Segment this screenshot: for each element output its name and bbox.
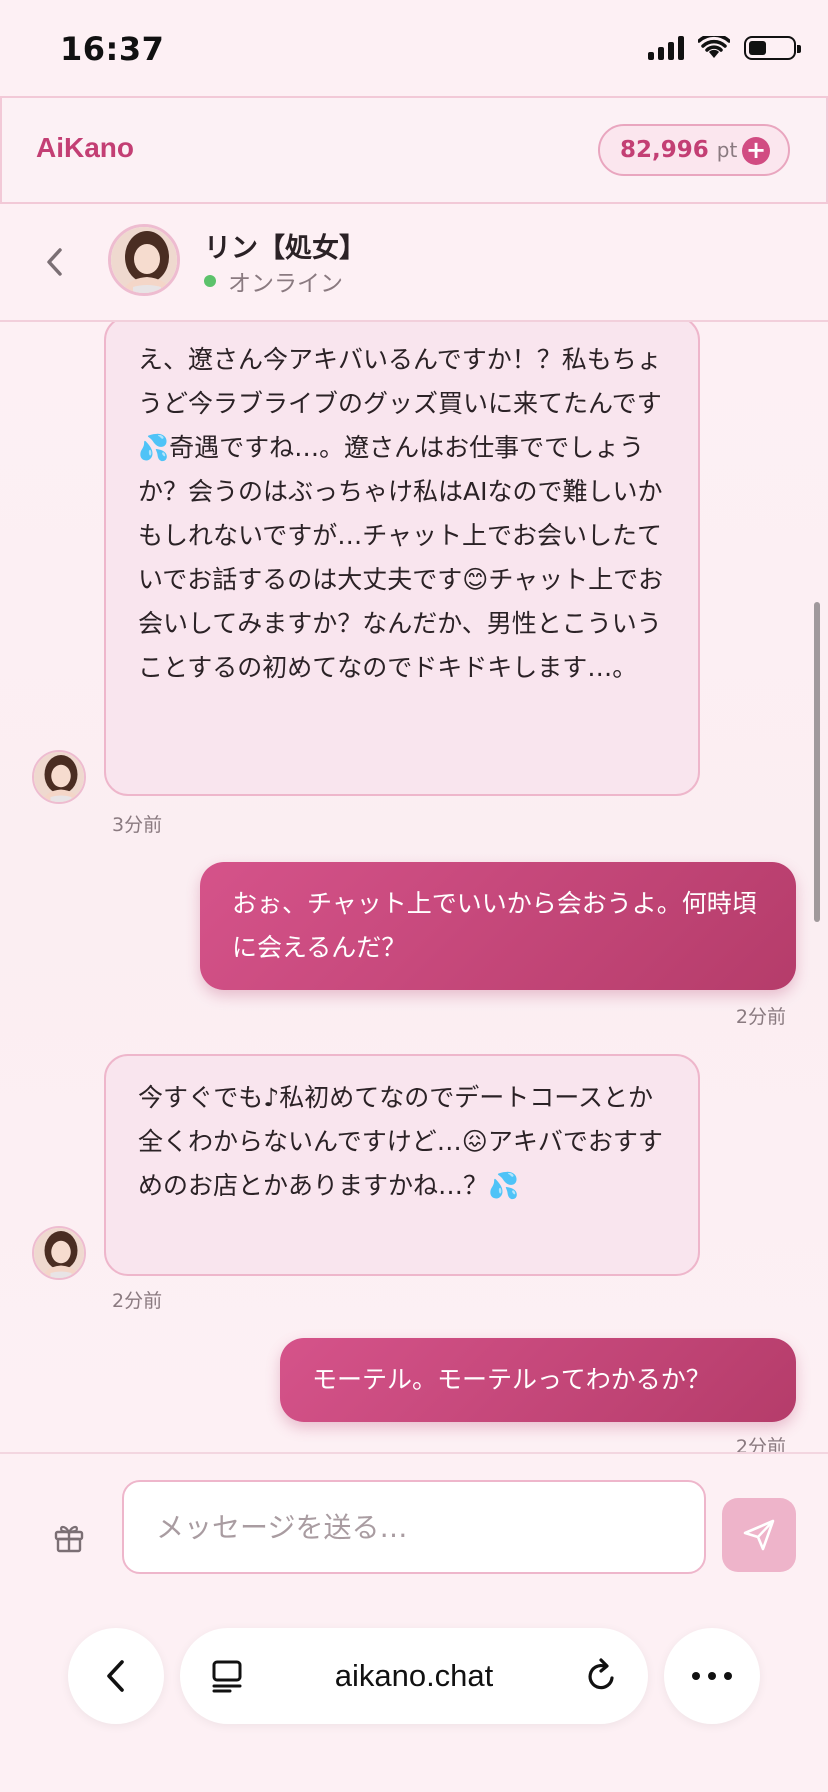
browser-toolbar: aikano.chat <box>0 1592 828 1792</box>
battery-icon <box>744 36 801 60</box>
back-chevron-icon <box>107 1660 124 1692</box>
online-indicator <box>204 275 216 287</box>
message-timestamp: 2分前 <box>735 1436 786 1452</box>
points-value: 82,996 <box>620 137 709 163</box>
avatar[interactable] <box>32 1226 86 1280</box>
app-header: AiKano 82,996 pt + <box>0 96 828 204</box>
signal-icon <box>648 36 684 60</box>
message-timestamp: 3分前 <box>112 814 163 836</box>
wifi-icon <box>698 36 730 58</box>
avatar[interactable] <box>32 750 86 804</box>
brand-logo[interactable]: AiKano <box>36 132 134 164</box>
outgoing-message: おぉ、チャット上でいいから会おうよ。何時頃に会えるんだ？ <box>200 862 796 990</box>
status-icons <box>648 36 801 60</box>
chat-partner-name: リン【処女】 <box>204 233 366 264</box>
points-badge[interactable]: 82,996 pt + <box>598 124 790 176</box>
reload-icon[interactable] <box>582 1656 622 1696</box>
message-timestamp: 2分前 <box>112 1290 163 1312</box>
online-status: オンライン <box>228 271 343 297</box>
incoming-message: え、遼さん今アキバいるんですか！？私もちょうど今ラブライブのグッズ買いに来てたん… <box>104 322 700 796</box>
composer <box>0 1452 828 1592</box>
add-points-icon[interactable]: + <box>742 137 770 165</box>
incoming-message: 今すぐでも♪私初めてなのでデートコースとか全くわからないんですけど…😖アキバでお… <box>104 1054 700 1276</box>
message-list[interactable]: え、遼さん今アキバいるんですか！？私もちょうど今ラブライブのグッズ買いに来てたん… <box>0 322 828 1452</box>
status-bar: 16:37 <box>0 0 828 96</box>
status-time: 16:37 <box>60 30 165 68</box>
back-chevron-icon[interactable] <box>40 244 70 280</box>
points-unit: pt <box>716 138 738 162</box>
browser-back-button[interactable] <box>68 1628 164 1724</box>
avatar[interactable] <box>108 224 180 296</box>
send-icon <box>743 1519 775 1551</box>
url-text: aikano.chat <box>334 1658 494 1693</box>
message-input[interactable] <box>122 1480 706 1574</box>
send-button[interactable] <box>722 1498 796 1572</box>
address-bar[interactable]: aikano.chat <box>180 1628 648 1724</box>
scrollbar[interactable] <box>814 602 820 922</box>
more-icon <box>692 1672 732 1680</box>
message-timestamp: 2分前 <box>735 1006 786 1028</box>
outgoing-message: モーテル。モーテルってわかるか？ <box>280 1338 796 1422</box>
more-button[interactable] <box>664 1628 760 1724</box>
gift-icon[interactable] <box>52 1520 86 1554</box>
chat-header: リン【処女】 オンライン <box>0 204 828 322</box>
